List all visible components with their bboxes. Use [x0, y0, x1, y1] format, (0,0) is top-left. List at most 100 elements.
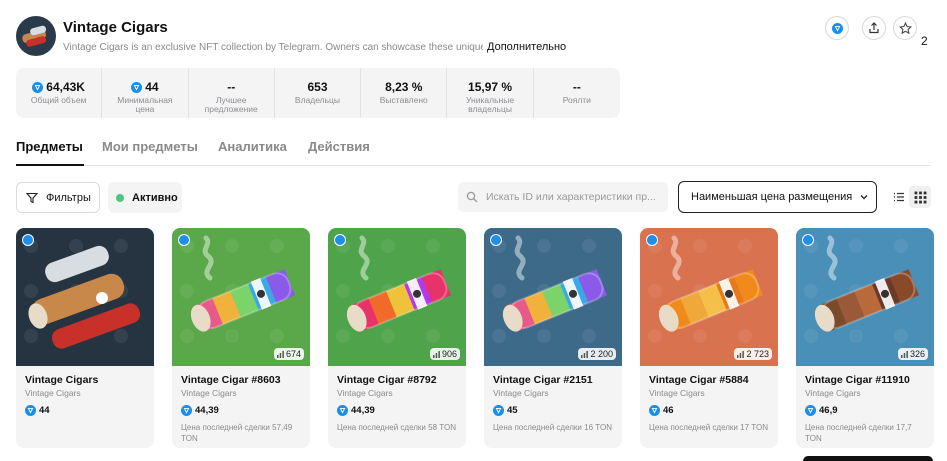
active-tab-indicator [16, 164, 84, 166]
stat-value: -- [572, 80, 581, 94]
active-label: Активно [132, 191, 178, 204]
nft-image: 2 723 [640, 228, 778, 366]
verified-badge-icon [490, 234, 502, 246]
sort-label: Наименьшая цена размещения [691, 191, 853, 203]
nft-name: Vintage Cigar #11910 [805, 374, 910, 386]
nft-collection: Vintage Cigars [337, 388, 393, 398]
cigar-illustration [336, 235, 452, 343]
list-icon [894, 192, 904, 202]
favorite-button[interactable] [893, 16, 917, 40]
filter-icon [26, 192, 38, 203]
nft-price: 44,39 [337, 405, 375, 416]
ton-button[interactable] [825, 16, 849, 40]
active-filter-button[interactable]: Активно [108, 182, 182, 213]
nft-collection: Vintage Cigars [649, 388, 705, 398]
supply-count: 674 [273, 348, 304, 360]
nft-card[interactable]: 2 200 Vintage Cigar #2151 Vintage Cigars… [484, 228, 622, 448]
nft-collection: Vintage Cigars [805, 388, 861, 398]
nft-collection: Vintage Cigars [25, 388, 81, 398]
ton-icon [831, 22, 843, 34]
cigar-illustration [648, 235, 764, 343]
nft-name: Vintage Cigar #8603 [181, 374, 281, 386]
bars-icon [737, 350, 745, 358]
nft-name: Vintage Cigar #5884 [649, 374, 749, 386]
stats-panel: 64,43K Общий объем 44 Минимальная цена -… [16, 68, 620, 118]
nft-card[interactable]: Vintage Cigars Vintage Cigars 44 [16, 228, 154, 448]
floating-action-bar[interactable] [803, 456, 933, 461]
grid-icon [914, 191, 926, 203]
stat-label: Выставлено [379, 95, 428, 105]
nft-collection: Vintage Cigars [493, 388, 549, 398]
bars-icon [432, 350, 440, 358]
supply-count: 2 200 [578, 348, 616, 360]
nft-image [16, 228, 154, 366]
stat-value: 653 [307, 80, 328, 94]
stat-value: 64,43K [46, 80, 85, 94]
grid-view-button[interactable] [909, 186, 931, 208]
stat-listed: 8,23 % Выставлено [361, 68, 448, 118]
stat-value: 15,97 % [468, 80, 513, 94]
last-sale-price: Цена последней сделки 16 TON [493, 423, 612, 432]
filters-button[interactable]: Фильтры [16, 182, 100, 213]
search-box[interactable] [458, 182, 668, 212]
nft-name: Vintage Cigar #8792 [337, 374, 437, 386]
supply-count: 326 [897, 348, 928, 360]
stat-total-volume: 64,43K Общий объем [16, 68, 103, 118]
cigar-illustration [804, 235, 920, 343]
tab-my-items[interactable]: Мои предметы [102, 139, 198, 154]
last-sale-price: Цена последней сделки 17 TON [649, 423, 768, 432]
nft-price: 45 [493, 405, 518, 416]
tab-activity[interactable]: Действия [308, 139, 370, 154]
filters-label: Фильтры [46, 191, 91, 204]
search-input[interactable] [486, 191, 656, 203]
nft-card[interactable]: 674 Vintage Cigar #8603 Vintage Cigars 4… [172, 228, 310, 448]
nft-name: Vintage Cigar #2151 [493, 374, 593, 386]
collection-description: Vintage Cigars is an exclusive NFT colle… [63, 42, 483, 53]
stat-royalty: -- Роялти [534, 68, 620, 118]
ton-icon [181, 405, 192, 416]
list-view-button[interactable] [888, 186, 910, 208]
price-value: 45 [507, 405, 518, 416]
nft-price: 44 [25, 405, 50, 416]
star-icon [898, 21, 912, 34]
tab-analytics[interactable]: Аналитика [218, 139, 287, 154]
stat-label: Владельцы [294, 95, 341, 105]
last-sale-price: Цена последней сделки 58 TON [337, 423, 456, 432]
ton-icon [805, 405, 816, 416]
ton-icon [649, 405, 660, 416]
verified-badge-icon [802, 234, 814, 246]
stat-label: Уникальные владельцы [466, 95, 515, 114]
nft-card[interactable]: 906 Vintage Cigar #8792 Vintage Cigars 4… [328, 228, 466, 448]
last-sale-price: Цена последней сделки 17,7 TON [805, 423, 912, 443]
more-link[interactable]: Дополнительно [487, 41, 566, 53]
stat-value: 8,23 % [385, 80, 423, 94]
collection-title: Vintage Cigars [63, 19, 168, 36]
sort-select[interactable]: Наименьшая цена размещения [678, 181, 877, 213]
verified-badge-icon [178, 234, 190, 246]
tab-items[interactable]: Предметы [16, 139, 83, 154]
nft-price: 44,39 [181, 405, 219, 416]
share-button[interactable] [862, 16, 886, 40]
supply-count: 906 [429, 348, 460, 360]
collection-header: Vintage Cigars Vintage Cigars is an excl… [16, 16, 931, 60]
ton-icon [493, 405, 504, 416]
verified-badge-icon [22, 234, 34, 246]
supply-count: 2 723 [734, 348, 772, 360]
bars-icon [900, 350, 908, 358]
nft-image: 326 [796, 228, 934, 366]
stat-label: Общий объем [30, 95, 87, 105]
collection-avatar [16, 16, 56, 56]
cigar-illustration [24, 239, 141, 349]
nft-card[interactable]: 2 723 Vintage Cigar #5884 Vintage Cigars… [640, 228, 778, 448]
bars-icon [276, 350, 284, 358]
nft-card[interactable]: 326 Vintage Cigar #11910 Vintage Cigars … [796, 228, 934, 448]
nft-name: Vintage Cigars [25, 374, 99, 386]
favorites-count: 2 [921, 34, 928, 48]
bars-icon [581, 350, 589, 358]
price-value: 46 [663, 405, 674, 416]
price-value: 44 [39, 405, 50, 416]
stat-label: Минимальная цена [117, 95, 173, 114]
stat-label: Лучшее предложение [204, 95, 258, 114]
search-icon [466, 191, 478, 203]
nft-price: 46,9 [805, 405, 838, 416]
